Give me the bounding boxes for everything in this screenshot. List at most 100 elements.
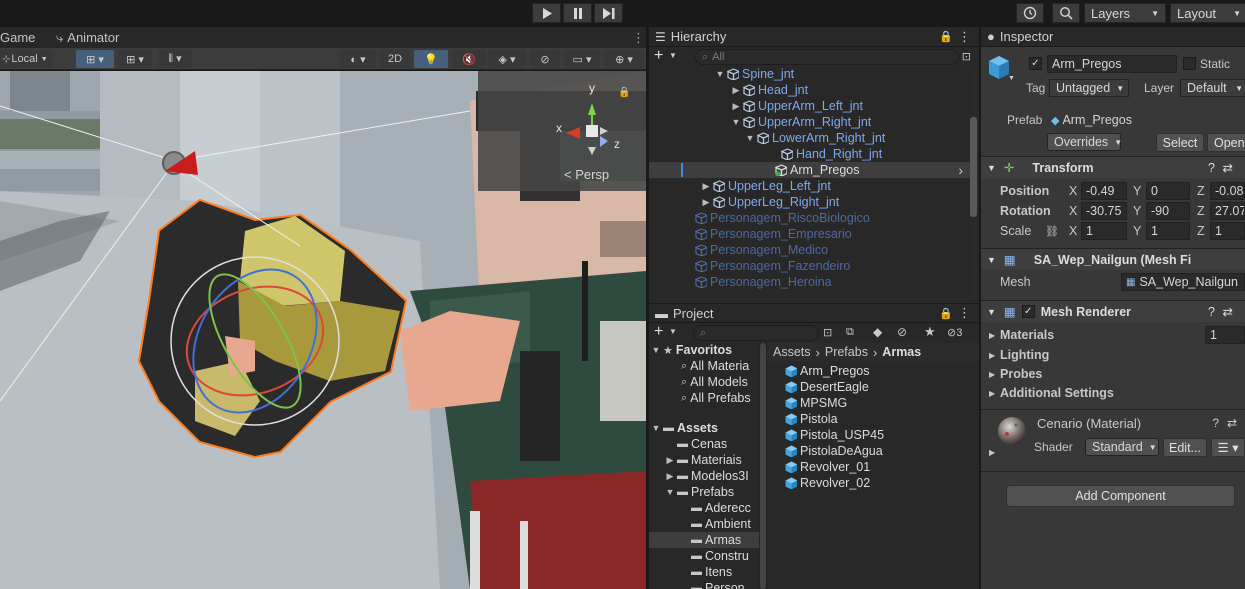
preset-icon[interactable]: ⇄ xyxy=(1227,416,1237,430)
lock-icon[interactable]: 🔒 xyxy=(618,87,630,98)
mesh-renderer-enabled-checkbox[interactable]: ✓ xyxy=(1021,305,1035,318)
chevron-down-icon[interactable]: ▼ xyxy=(651,423,661,433)
project-file-item[interactable]: PistolaDeAgua xyxy=(785,443,883,459)
project-file-item[interactable]: Revolver_01 xyxy=(785,459,870,475)
hierarchy-item[interactable]: Personagem_Medico xyxy=(695,242,828,258)
additional-settings-row[interactable]: ▶ Additional Settings xyxy=(981,384,1245,402)
chevron-right-icon[interactable]: ▶ xyxy=(701,197,711,208)
history-button[interactable] xyxy=(1016,3,1044,23)
lighting-toggle[interactable]: 💡 xyxy=(414,50,448,68)
hierarchy-item[interactable]: Personagem_Heroina xyxy=(695,274,832,290)
materials-count-field[interactable]: 1 xyxy=(1205,326,1245,344)
transform-header[interactable]: ▼ ✛ Transform ? ⇄ xyxy=(981,156,1245,178)
help-icon[interactable]: ? xyxy=(1208,305,1215,319)
chevron-down-icon[interactable]: ▼ xyxy=(669,51,677,60)
rotation-y-field[interactable]: -90 xyxy=(1146,202,1190,220)
mesh-field[interactable]: ▦ SA_Wep_Nailgun xyxy=(1121,273,1245,291)
project-file-item[interactable]: MPSMG xyxy=(785,395,847,411)
project-file-item[interactable]: Pistola_USP45 xyxy=(785,427,884,443)
hierarchy-item[interactable]: ▼ UpperArm_Right_jnt xyxy=(731,114,872,130)
label-filter-icon[interactable]: ◆ xyxy=(873,325,882,339)
layer-dropdown[interactable]: Default ▼ xyxy=(1180,79,1245,97)
chevron-down-icon[interactable]: ▼ xyxy=(745,133,755,143)
help-icon[interactable]: ? xyxy=(1208,161,1215,175)
search-filter-icon[interactable]: ⊡ xyxy=(962,50,971,63)
chevron-down-icon[interactable]: ▼ xyxy=(731,117,741,127)
scale-z-field[interactable]: 1 xyxy=(1210,222,1245,240)
project-tree-item[interactable]: ▬ Armas xyxy=(649,532,759,548)
preset-icon[interactable]: ⇄ xyxy=(1223,304,1233,319)
project-tree-item[interactable]: ▶ ▬ Modelos3I xyxy=(649,468,759,484)
chevron-down-icon[interactable]: ▼ xyxy=(715,69,725,79)
hierarchy-item[interactable]: ▶ UpperLeg_Left_jnt xyxy=(701,178,831,194)
layers-dropdown[interactable]: Layers ▼ xyxy=(1084,3,1166,23)
mesh-renderer-header[interactable]: ▼ ▦ ✓ Mesh Renderer ? ⇄ xyxy=(981,300,1245,322)
project-tree-item[interactable]: ⌕ All Prefabs xyxy=(649,390,759,406)
position-x-field[interactable]: -0.49 xyxy=(1081,182,1127,200)
grid-visibility-button[interactable]: ⊞ ▾ xyxy=(118,50,152,68)
open-prefab-button[interactable]: Open xyxy=(1207,133,1245,152)
grid-snap-button[interactable]: ⊞ ▾ xyxy=(76,50,114,68)
create-button[interactable]: + xyxy=(654,47,663,65)
position-y-field[interactable]: 0 xyxy=(1146,182,1190,200)
project-file-item[interactable]: Arm_Pregos xyxy=(785,363,869,379)
panel-menu-icon[interactable]: ⋮ xyxy=(958,29,971,45)
project-tree-item[interactable]: ▬ Itens xyxy=(649,564,759,580)
tab-animator[interactable]: ⤷ Animator xyxy=(48,27,127,48)
scale-y-field[interactable]: 1 xyxy=(1146,222,1190,240)
pivot-rotation-dropdown[interactable]: ⊹ Local ▼ xyxy=(0,50,52,68)
shader-dropdown[interactable]: Standard ▼ xyxy=(1085,438,1159,456)
search-button[interactable] xyxy=(1052,3,1080,23)
project-tree-item[interactable]: ⌕ All Models xyxy=(649,374,759,390)
add-component-button[interactable]: Add Component xyxy=(1006,485,1235,507)
hierarchy-item[interactable]: Arm_Pregos › xyxy=(649,162,971,178)
hidden-count[interactable]: ⊘3 xyxy=(947,326,962,339)
create-button[interactable]: + xyxy=(654,323,663,341)
project-tree-item[interactable]: ▶ ▬ Materiais xyxy=(649,452,759,468)
scrollbar-thumb[interactable] xyxy=(760,343,766,589)
probes-row[interactable]: ▶ Probes xyxy=(981,365,1245,383)
project-tree-item[interactable]: ▼ ▬ Assets xyxy=(649,420,759,436)
projection-toggle[interactable]: < Persp xyxy=(564,167,609,182)
project-tree-item[interactable]: ▬ Person xyxy=(649,580,759,589)
scrollbar-thumb[interactable] xyxy=(970,117,977,217)
preset-icon[interactable]: ⇄ xyxy=(1223,160,1233,175)
prefab-field[interactable]: ◆ Arm_Pregos xyxy=(1047,111,1245,129)
project-tree-item[interactable]: ▼ ★ Favoritos xyxy=(649,342,759,358)
effects-dropdown[interactable]: ◈ ▾ xyxy=(488,50,526,68)
hidden-objects-toggle[interactable]: ⊘ xyxy=(530,50,560,68)
project-tree-item[interactable]: ▬ Ambient xyxy=(649,516,759,532)
mesh-filter-header[interactable]: ▼ ▦ SA_Wep_Nailgun (Mesh Fi xyxy=(981,248,1245,270)
draw-mode-dropdown[interactable]: ◐ ▾ xyxy=(340,50,376,68)
project-tree-item[interactable]: ▼ ▬ Prefabs xyxy=(649,484,759,500)
project-tree-item[interactable]: ⌕ All Materia xyxy=(649,358,759,374)
link-icon[interactable]: ⛓ xyxy=(1045,225,1059,238)
tag-dropdown[interactable]: Untagged ▼ xyxy=(1049,79,1129,97)
breadcrumb-item[interactable]: Armas xyxy=(882,345,921,359)
hierarchy-item[interactable]: Personagem_RiscoBiologico xyxy=(695,210,870,226)
project-file-item[interactable]: DesertEagle xyxy=(785,379,869,395)
hierarchy-item[interactable]: ▶ UpperLeg_Right_jnt xyxy=(701,194,840,210)
material-preview-icon[interactable] xyxy=(997,416,1027,446)
step-button[interactable] xyxy=(594,3,623,23)
chevron-down-icon[interactable]: ▼ xyxy=(1008,75,1015,82)
breadcrumb-item[interactable]: Prefabs xyxy=(825,345,868,359)
tab-game[interactable]: Game xyxy=(0,27,43,48)
chevron-down-icon[interactable]: ▼ xyxy=(651,345,661,355)
project-tree-item[interactable]: ▬ Cenas xyxy=(649,436,759,452)
project-tree-item[interactable]: ▬ Constru xyxy=(649,548,759,564)
chevron-right-icon[interactable]: ▶ xyxy=(989,448,995,457)
hierarchy-item[interactable]: Personagem_Fazendeiro xyxy=(695,258,850,274)
toggle-2d-button[interactable]: 2D xyxy=(380,50,410,68)
edit-shader-button[interactable]: Edit... xyxy=(1163,438,1207,457)
increment-snap-button[interactable]: ⦀ ▾ xyxy=(158,50,192,68)
lock-icon[interactable]: 🔒 xyxy=(939,307,953,320)
chevron-right-icon[interactable]: ▶ xyxy=(731,85,741,96)
type-filter-icon[interactable]: ⧉ xyxy=(846,326,854,339)
hierarchy-search-input[interactable]: ⌕ All xyxy=(695,49,959,65)
help-icon[interactable]: ? xyxy=(1212,416,1219,430)
breadcrumb-item[interactable]: Assets xyxy=(773,345,811,359)
chevron-down-icon[interactable]: ▼ xyxy=(665,487,675,497)
project-search-input[interactable]: ⌕ xyxy=(693,325,819,341)
lighting-row[interactable]: ▶ Lighting xyxy=(981,346,1245,364)
